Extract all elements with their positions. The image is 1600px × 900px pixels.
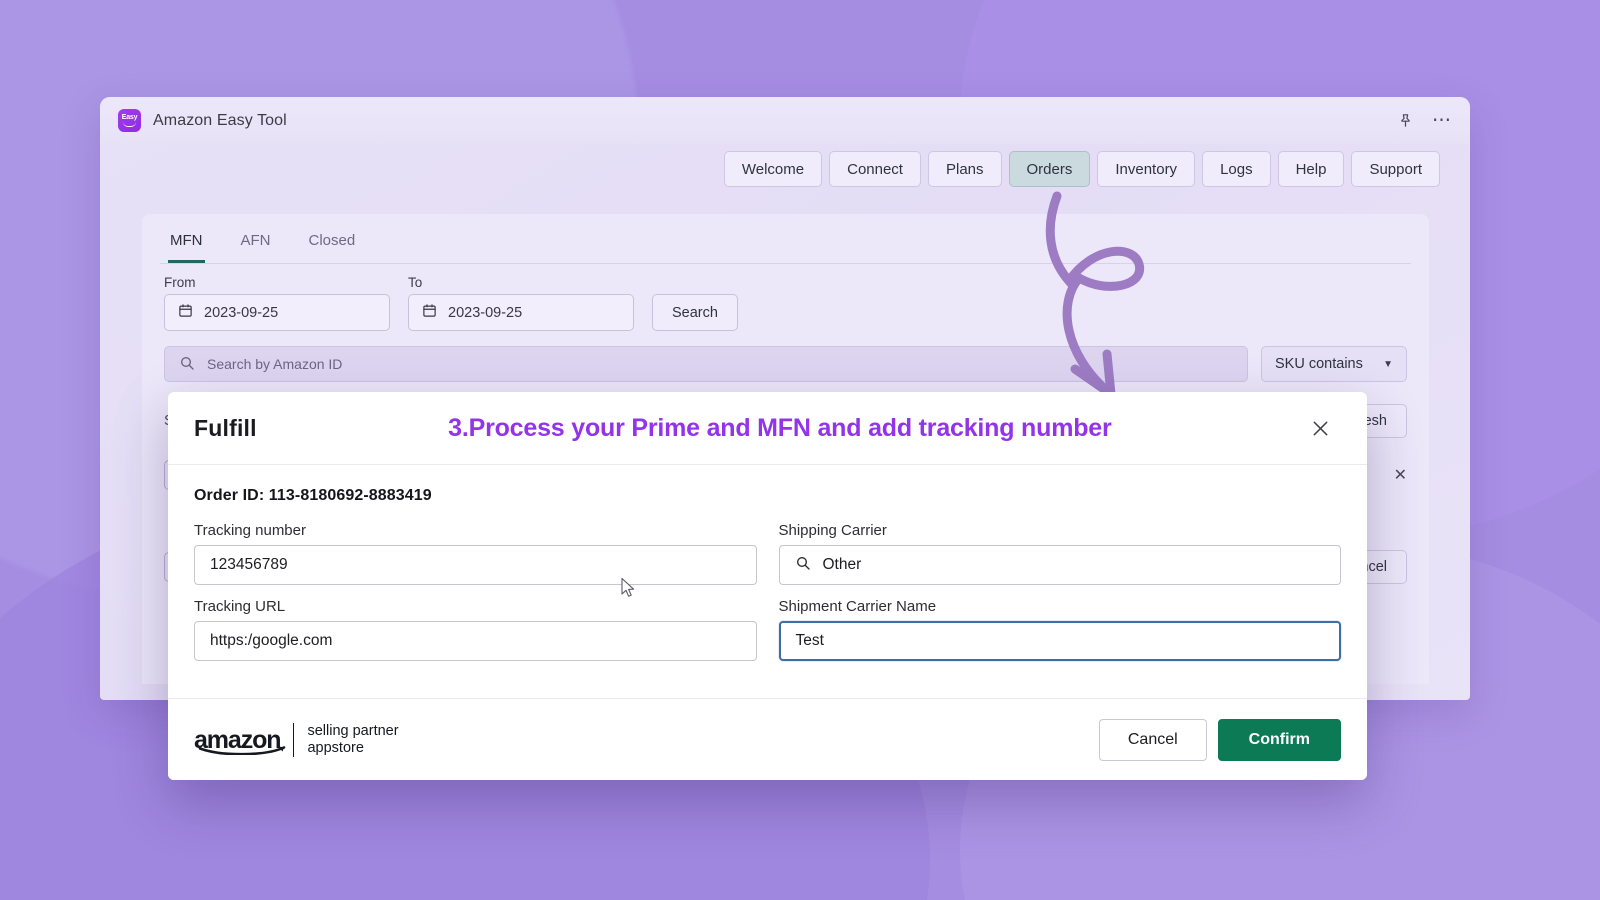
search-icon [179,355,195,374]
shipping-carrier-label: Shipping Carrier [778,522,887,539]
modal-body: Order ID: 113-8180692-8883419 Tracking n… [168,465,1367,698]
close-icon[interactable] [1303,411,1337,445]
close-row-icon[interactable]: ✕ [1394,465,1407,485]
shipping-carrier-value: Other [822,556,862,573]
tracking-url-input[interactable]: https:/google.com [194,621,757,661]
fulfill-form: Tracking number 123456789 Shipping Carri… [194,522,1341,661]
app-logo-text: Easy [121,114,138,121]
shipping-carrier-group: Shipping Carrier Other [778,522,1341,585]
tracking-number-group: Tracking number 123456789 [194,522,757,585]
modal-header: Fulfill 3.Process your Prime and MFN and… [168,392,1367,465]
nav-item-connect[interactable]: Connect [829,151,921,187]
calendar-icon [422,303,437,322]
nav-item-orders[interactable]: Orders [1008,151,1091,187]
from-date-input[interactable]: 2023-09-25 [164,294,390,331]
sku-filter-select[interactable]: SKU contains ▼ [1261,346,1407,382]
tab-mfn[interactable]: MFN [168,228,205,263]
search-row: Search by Amazon ID SKU contains ▼ [160,331,1411,382]
nav-item-inventory[interactable]: Inventory [1097,151,1196,187]
from-date-group: From 2023-09-25 [164,275,390,331]
search-placeholder-text: Search by Amazon ID [207,356,343,372]
nav-item-welcome[interactable]: Welcome [723,151,823,187]
chevron-down-icon: ▼ [1383,358,1393,370]
app-title: Amazon Easy Tool [153,111,287,129]
nav-item-logs[interactable]: Logs [1202,151,1271,187]
appstore-subtitle: selling partner appstore [307,723,398,757]
shipment-carrier-name-label: Shipment Carrier Name [778,598,937,615]
nav-item-plans[interactable]: Plans [927,151,1002,187]
cancel-button[interactable]: Cancel [1098,718,1207,761]
fulfill-modal: Fulfill 3.Process your Prime and MFN and… [168,392,1367,780]
appstore-subtitle-line2: appstore [307,739,364,756]
tracking-url-label: Tracking URL [194,598,286,615]
tracking-url-group: Tracking URL https:/google.com [194,598,757,661]
logo-divider [293,722,295,757]
date-filter-row: From 2023-09-25 To 2023-09-25 Search [160,264,1411,331]
to-date-value: 2023-09-25 [448,304,523,321]
modal-title: Fulfill [194,414,257,441]
shipment-carrier-name-value: Test [795,632,824,649]
tracking-number-value: 123456789 [210,556,288,573]
titlebar-controls: ⋯ [1397,111,1452,130]
modal-footer-actions: Cancel Confirm [1098,718,1341,761]
tab-afn[interactable]: AFN [239,228,273,263]
tracking-number-input[interactable]: 123456789 [194,545,757,585]
app-logo-icon: Easy [118,109,141,132]
appstore-subtitle-line1: selling partner [307,722,399,739]
page-backdrop: Easy Amazon Easy Tool ⋯ Welcome Connect … [0,0,1600,900]
app-logo-smile [123,122,136,127]
tab-closed[interactable]: Closed [307,228,358,263]
confirm-button[interactable]: Confirm [1217,718,1341,761]
amazon-smile-icon [198,745,286,755]
shipment-carrier-name-group: Shipment Carrier Name Test [778,598,1341,661]
order-id-text: Order ID: 113-8180692-8883419 [194,487,432,504]
calendar-icon [178,303,193,322]
shipment-carrier-name-input[interactable]: Test [778,621,1341,661]
sku-filter-value: SKU contains [1275,356,1363,372]
annotation-callout-text: 3.Process your Prime and MFN and add tra… [448,413,1112,442]
nav-item-support[interactable]: Support [1351,151,1440,187]
search-button[interactable]: Search [652,294,738,331]
from-date-value: 2023-09-25 [204,304,279,321]
amazon-id-search-input[interactable]: Search by Amazon ID [164,346,1248,382]
modal-footer: amazon selling partner appstore Cancel C… [168,698,1367,780]
pin-icon[interactable] [1397,112,1414,129]
amazon-wordmark: amazon [194,727,286,755]
from-label: From [164,275,196,290]
shipping-carrier-input[interactable]: Other [778,545,1341,585]
ellipsis-icon[interactable]: ⋯ [1432,111,1452,130]
to-date-input[interactable]: 2023-09-25 [408,294,634,331]
to-label: To [408,275,423,290]
tracking-url-value: https:/google.com [210,632,333,649]
orders-subtabs: MFN AFN Closed [160,214,1411,264]
search-icon [795,555,811,576]
main-nav: Welcome Connect Plans Orders Inventory L… [100,144,1470,187]
tracking-number-label: Tracking number [194,522,306,539]
window-titlebar: Easy Amazon Easy Tool ⋯ [100,97,1470,144]
amazon-appstore-logo: amazon selling partner appstore [194,722,399,757]
nav-item-help[interactable]: Help [1277,151,1345,187]
to-date-group: To 2023-09-25 [408,275,634,331]
